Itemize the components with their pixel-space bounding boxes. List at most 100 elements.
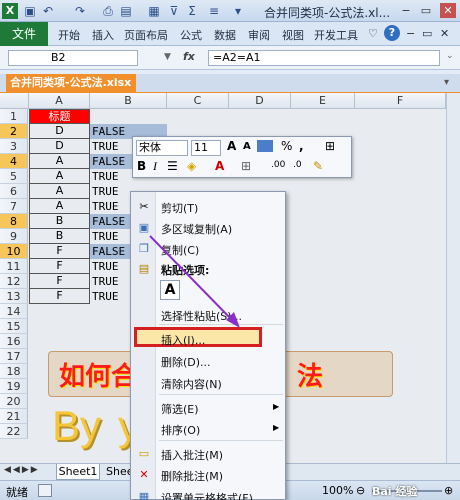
tab-insert[interactable]: 插入 (92, 27, 114, 43)
save-icon[interactable]: ▣ (22, 3, 38, 19)
row-header[interactable]: 5 (0, 169, 28, 184)
row-header[interactable]: 3 (0, 139, 28, 154)
name-box-dropdown-icon[interactable]: ▼ (164, 52, 171, 62)
fill-color-icon[interactable]: ◈ (187, 159, 196, 173)
cell-a[interactable]: A (29, 199, 90, 214)
shrink-font-icon[interactable]: A (243, 141, 251, 152)
decrease-decimal-icon[interactable]: .0 (293, 160, 302, 170)
row-header[interactable]: 19 (0, 379, 28, 394)
percent-icon[interactable]: % (281, 139, 292, 153)
menu-item-insert-comment[interactable]: 插入批注(M) (161, 447, 223, 463)
tab-view[interactable]: 视图 (282, 27, 304, 43)
column-header-b[interactable]: B (90, 93, 167, 109)
sort-icon[interactable]: ≡ (206, 3, 222, 19)
title-cell[interactable]: 标题 (29, 109, 90, 124)
zoom-level[interactable]: 100% (322, 484, 353, 497)
align-center-icon[interactable]: ☰ (167, 159, 178, 173)
format-icon[interactable]: ▤ (118, 3, 134, 19)
cell-a[interactable]: F (29, 259, 90, 274)
row-header[interactable]: 18 (0, 364, 28, 379)
print-preview-icon[interactable]: ⎙ (100, 3, 116, 19)
cell-a[interactable]: F (29, 244, 90, 259)
doc-minimize-button[interactable]: − (406, 27, 415, 40)
table-icon[interactable]: ▦ (146, 3, 162, 19)
menu-item-format-cells[interactable]: 设置单元格格式(F)... (161, 490, 263, 500)
sheet-nav-icons[interactable]: ◀◀▶▶ (4, 465, 40, 475)
macro-record-icon[interactable] (38, 484, 52, 497)
font-size-box[interactable]: 11 (191, 140, 221, 156)
tab-formulas[interactable]: 公式 (180, 27, 202, 43)
column-header-a[interactable]: A (29, 93, 90, 109)
menu-item-cut[interactable]: 剪切(T) (161, 200, 198, 216)
column-header-c[interactable]: C (167, 93, 229, 109)
row-header[interactable]: 7 (0, 199, 28, 214)
name-box[interactable]: B2 (8, 50, 138, 66)
row-header[interactable]: 15 (0, 319, 28, 334)
excel-logo-icon[interactable]: X (2, 3, 18, 19)
doc-tab-dropdown-icon[interactable]: ▾ (444, 77, 449, 88)
zoom-out-button[interactable]: ⊖ (356, 484, 365, 497)
close-button[interactable]: ✕ (440, 3, 456, 18)
row-header[interactable]: 17 (0, 349, 28, 364)
tab-page-layout[interactable]: 页面布局 (124, 27, 168, 43)
row-header[interactable]: 12 (0, 274, 28, 289)
column-header-e[interactable]: E (291, 93, 355, 109)
row-header[interactable]: 14 (0, 304, 28, 319)
formula-input[interactable]: =A2=A1 (208, 50, 440, 66)
cell-a[interactable]: D (29, 139, 90, 154)
font-name-box[interactable]: 宋体 (136, 140, 188, 156)
tab-developer[interactable]: 开发工具 (314, 27, 358, 43)
cell-a[interactable]: B (29, 214, 90, 229)
filter-icon[interactable]: ⊽ (166, 3, 182, 19)
merge-icon[interactable]: ⊞ (325, 139, 335, 153)
menu-item-filter[interactable]: 筛选(E) (161, 401, 199, 417)
cell-a[interactable]: A (29, 154, 90, 169)
customize-toolbar-icon[interactable]: ▾ (230, 3, 246, 19)
paintbrush-icon[interactable]: ✎ (313, 159, 323, 173)
column-header-d[interactable]: D (229, 93, 291, 109)
help-icon[interactable]: ? (384, 25, 400, 41)
expand-formula-icon[interactable]: ⌄ (446, 51, 454, 61)
font-color-icon[interactable]: A (215, 159, 224, 173)
menu-item-insert[interactable]: 插入(I)... (161, 332, 205, 348)
format-painter-icon[interactable] (257, 140, 273, 152)
border-icon[interactable]: ⊞ (241, 159, 251, 173)
tab-review[interactable]: 审阅 (248, 27, 270, 43)
row-header[interactable]: 8 (0, 214, 28, 229)
cell-a[interactable]: A (29, 169, 90, 184)
tab-data[interactable]: 数据 (214, 27, 236, 43)
file-tab[interactable]: 文件 (0, 22, 48, 46)
row-header[interactable]: 16 (0, 334, 28, 349)
sum-icon[interactable]: Σ (184, 3, 200, 19)
cell-a[interactable]: A (29, 184, 90, 199)
insert-function-button[interactable]: fx (183, 50, 195, 63)
row-header[interactable]: 10 (0, 244, 28, 259)
redo-icon[interactable]: ↷ (72, 3, 88, 19)
menu-item-copy[interactable]: 复制(C) (161, 242, 199, 258)
cell-a[interactable]: D (29, 124, 90, 139)
row-header[interactable]: 13 (0, 289, 28, 304)
sheet-tab-1[interactable]: Sheet1 (56, 464, 100, 480)
restore-button[interactable]: ▭ (418, 3, 434, 18)
menu-item-sort[interactable]: 排序(O) (161, 422, 200, 438)
row-header[interactable]: 6 (0, 184, 28, 199)
menu-item-clear[interactable]: 清除内容(N) (161, 376, 222, 392)
vertical-scrollbar[interactable] (446, 93, 460, 463)
grow-font-icon[interactable]: A (227, 139, 236, 153)
bold-icon[interactable]: B (137, 159, 146, 173)
italic-icon[interactable]: I (153, 159, 157, 174)
menu-item-delete-comment[interactable]: 删除批注(M) (161, 468, 223, 484)
select-all-corner[interactable] (0, 93, 29, 109)
row-header[interactable]: 11 (0, 259, 28, 274)
cell-a[interactable]: F (29, 289, 90, 304)
doc-close-button[interactable]: ✕ (440, 27, 449, 40)
zoom-in-button[interactable]: ⊕ (444, 484, 453, 497)
undo-icon[interactable]: ↶ (40, 3, 56, 19)
row-header[interactable]: 1 (0, 109, 28, 124)
document-tab[interactable]: 合并同类项-公式法.xlsx (6, 74, 136, 92)
tab-home[interactable]: 开始 (58, 27, 80, 43)
minimize-button[interactable]: − (398, 3, 414, 18)
ribbon-collapse-icon[interactable]: ♡ (368, 27, 378, 40)
row-header[interactable]: 4 (0, 154, 28, 169)
menu-item-multi-copy[interactable]: 多区域复制(A) (161, 221, 232, 237)
